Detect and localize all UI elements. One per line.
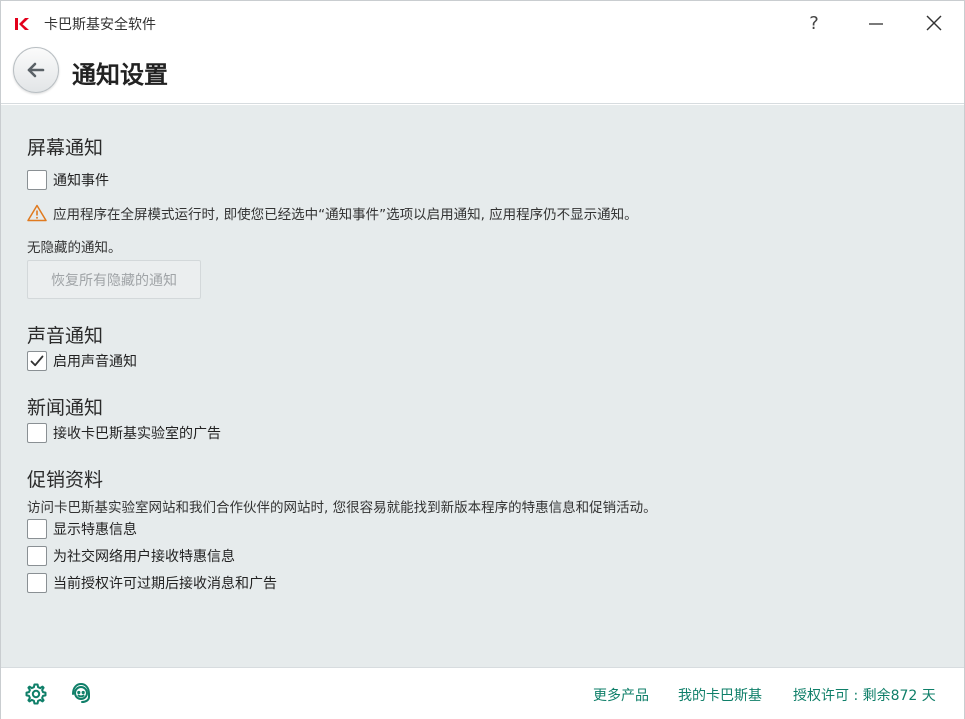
kaspersky-logo-icon <box>15 18 29 30</box>
receive-ads-checkbox[interactable] <box>27 422 47 443</box>
enable-sound-checkbox[interactable] <box>27 350 47 371</box>
warning-text: 应用程序在全屏模式运行时, 即使您已经选中“通知事件”选项以启用通知, 应用程序… <box>53 207 638 223</box>
checkmark-icon <box>30 355 44 366</box>
promo-option-row[interactable]: 当前授权许可过期后接收消息和广告 <box>27 572 277 593</box>
help-button[interactable]: ? <box>794 7 834 39</box>
receive-ads-label: 接收卡巴斯基实验室的广告 <box>53 425 221 442</box>
notify-events-checkbox-row[interactable]: 通知事件 <box>27 169 109 190</box>
expired-license-ads-checkbox[interactable] <box>27 572 47 593</box>
more-products-link[interactable]: 更多产品 <box>593 685 649 705</box>
promo-description: 访问卡巴斯基实验室网站和我们合作伙伴的网站时, 您很容易就能找到新版本程序的特惠… <box>27 500 657 516</box>
enable-sound-label: 启用声音通知 <box>53 353 137 370</box>
help-icon: ? <box>809 12 819 34</box>
warning-triangle-icon <box>27 204 47 222</box>
arrow-left-icon <box>27 62 45 78</box>
settings-content: 屏幕通知 通知事件 应用程序在全屏模式运行时, 即使您已经选中“通知事件”选项以… <box>1 105 964 667</box>
show-offers-checkbox[interactable] <box>27 518 47 539</box>
footer-bar: 更多产品 我的卡巴斯基 授权许可 : 剩余872 天 <box>1 667 964 719</box>
restore-hidden-notifications-button[interactable]: 恢复所有隐藏的通知 <box>27 260 201 299</box>
notify-events-checkbox[interactable] <box>27 169 47 190</box>
social-offers-checkbox[interactable] <box>27 545 47 566</box>
page-header: 通知设置 <box>1 45 964 104</box>
minimize-button[interactable] <box>856 7 896 39</box>
section-title-screen-notifications: 屏幕通知 <box>27 137 104 159</box>
receive-ads-checkbox-row[interactable]: 接收卡巴斯基实验室的广告 <box>27 422 221 443</box>
page-title: 通知设置 <box>72 61 168 89</box>
title-bar: 卡巴斯基安全软件 ? <box>1 1 964 45</box>
app-window: 卡巴斯基安全软件 ? 通知设置 屏幕通知 通知事件 应用程序在全屏模式运行时, … <box>0 0 965 719</box>
show-offers-label: 显示特惠信息 <box>53 521 137 538</box>
hidden-notifications-status: 无隐藏的通知。 <box>27 240 122 256</box>
expired-license-ads-label: 当前授权许可过期后接收消息和广告 <box>53 575 277 592</box>
section-title-promo: 促销资料 <box>27 469 104 491</box>
section-title-sound-notifications: 声音通知 <box>27 325 104 347</box>
support-agent-icon[interactable] <box>69 682 93 706</box>
close-icon <box>926 15 942 31</box>
license-link[interactable]: 授权许可 : 剩余872 天 <box>793 685 936 705</box>
close-button[interactable] <box>914 7 954 39</box>
my-kaspersky-link[interactable]: 我的卡巴斯基 <box>678 685 762 705</box>
gear-icon[interactable] <box>24 682 48 706</box>
minimize-icon <box>869 23 883 25</box>
promo-option-row[interactable]: 为社交网络用户接收特惠信息 <box>27 545 235 566</box>
section-title-news-notifications: 新闻通知 <box>27 397 104 419</box>
window-title: 卡巴斯基安全软件 <box>44 17 156 33</box>
promo-option-row[interactable]: 显示特惠信息 <box>27 518 137 539</box>
back-button[interactable] <box>13 47 59 93</box>
notify-events-label: 通知事件 <box>53 172 109 189</box>
fullscreen-warning: 应用程序在全屏模式运行时, 即使您已经选中“通知事件”选项以启用通知, 应用程序… <box>27 203 638 223</box>
social-offers-label: 为社交网络用户接收特惠信息 <box>53 548 235 565</box>
enable-sound-checkbox-row[interactable]: 启用声音通知 <box>27 350 137 371</box>
